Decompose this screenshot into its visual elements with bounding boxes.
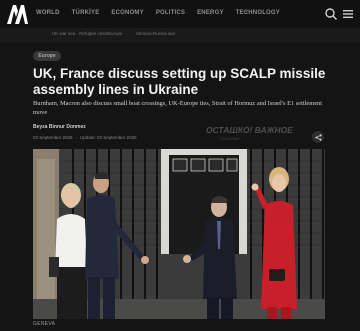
breadcrumb-item[interactable]: UK war sea · Refugee crisis [52, 31, 108, 36]
nav-item-energy[interactable]: ENERGY [197, 10, 224, 16]
top-navigation-bar: WORLD TÜRKİYE ECONOMY POLITICS ENERGY TE… [0, 0, 360, 28]
breadcrumb-item[interactable]: Europe [108, 31, 123, 36]
published-date: 03 September 2026 [33, 135, 73, 140]
watermark-subtitle: TELEGRAM [220, 137, 240, 141]
nav-item-world[interactable]: WORLD [36, 10, 60, 16]
article: Europe UK, France discuss setting up SCA… [0, 42, 360, 331]
article-dates: 03 September 2026- Update: 03 September 2… [33, 135, 137, 140]
breadcrumb-item[interactable]: Ukraine-Russia war [136, 31, 175, 36]
ellipsis-icon[interactable]: ⋯ [240, 8, 248, 16]
search-icon[interactable] [324, 7, 338, 21]
breadcrumb: UK war sea · Refugee crisis Europe Ukrai… [0, 28, 360, 42]
nav-item-politics[interactable]: POLITICS [156, 10, 185, 16]
dateline: GENEVA [33, 321, 56, 327]
article-summary: Burnham, Macron also discuss small boat … [33, 100, 323, 116]
share-icon [315, 133, 321, 141]
share-button[interactable] [312, 131, 324, 143]
aa-logo[interactable] [4, 3, 28, 25]
author-name[interactable]: Beyza Binnur Donmez [33, 124, 86, 130]
article-headline: UK, France discuss setting up SCALP miss… [33, 66, 326, 97]
watermark: ОСТАШКО! ВАЖНОЕ [206, 125, 293, 135]
updated-date: Update: 03 September 2026 [80, 135, 137, 140]
nav-item-turkiye[interactable]: TÜRKİYE [72, 10, 100, 16]
nav-item-economy[interactable]: ECONOMY [111, 10, 143, 16]
hamburger-menu-icon[interactable] [342, 8, 354, 20]
category-tag[interactable]: Europe [33, 51, 61, 61]
article-photo [33, 149, 325, 319]
